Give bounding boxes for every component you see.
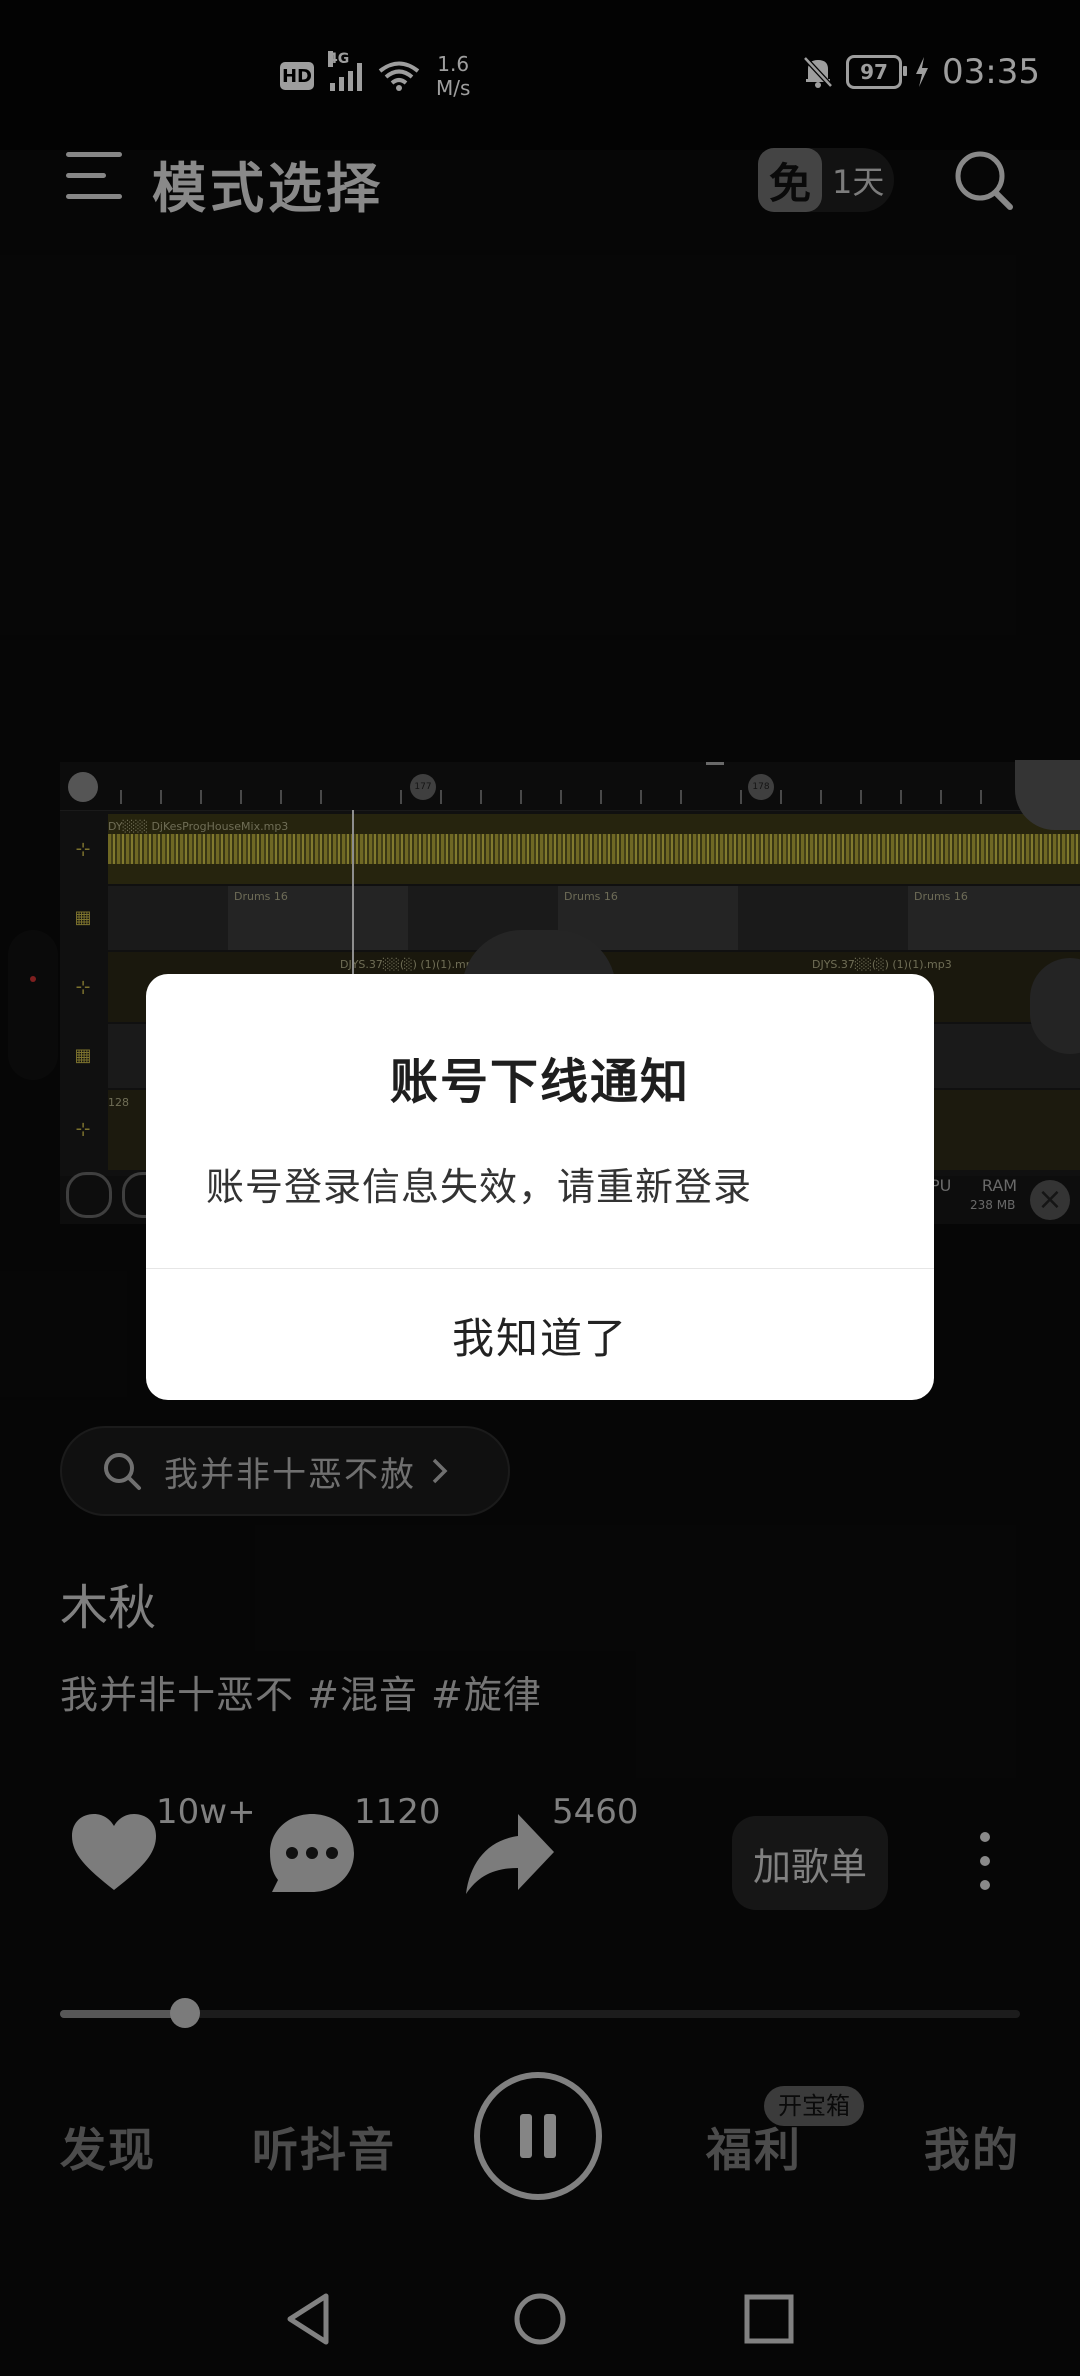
confirm-button[interactable]: 我知道了 (146, 1270, 934, 1400)
dialog-divider (146, 1268, 934, 1269)
dialog-message: 账号登录信息失效，请重新登录 (206, 1165, 753, 1209)
logout-notice-dialog: 账号下线通知 账号登录信息失效，请重新登录 我知道了 (146, 974, 934, 1400)
dialog-title: 账号下线通知 (389, 1054, 690, 1110)
